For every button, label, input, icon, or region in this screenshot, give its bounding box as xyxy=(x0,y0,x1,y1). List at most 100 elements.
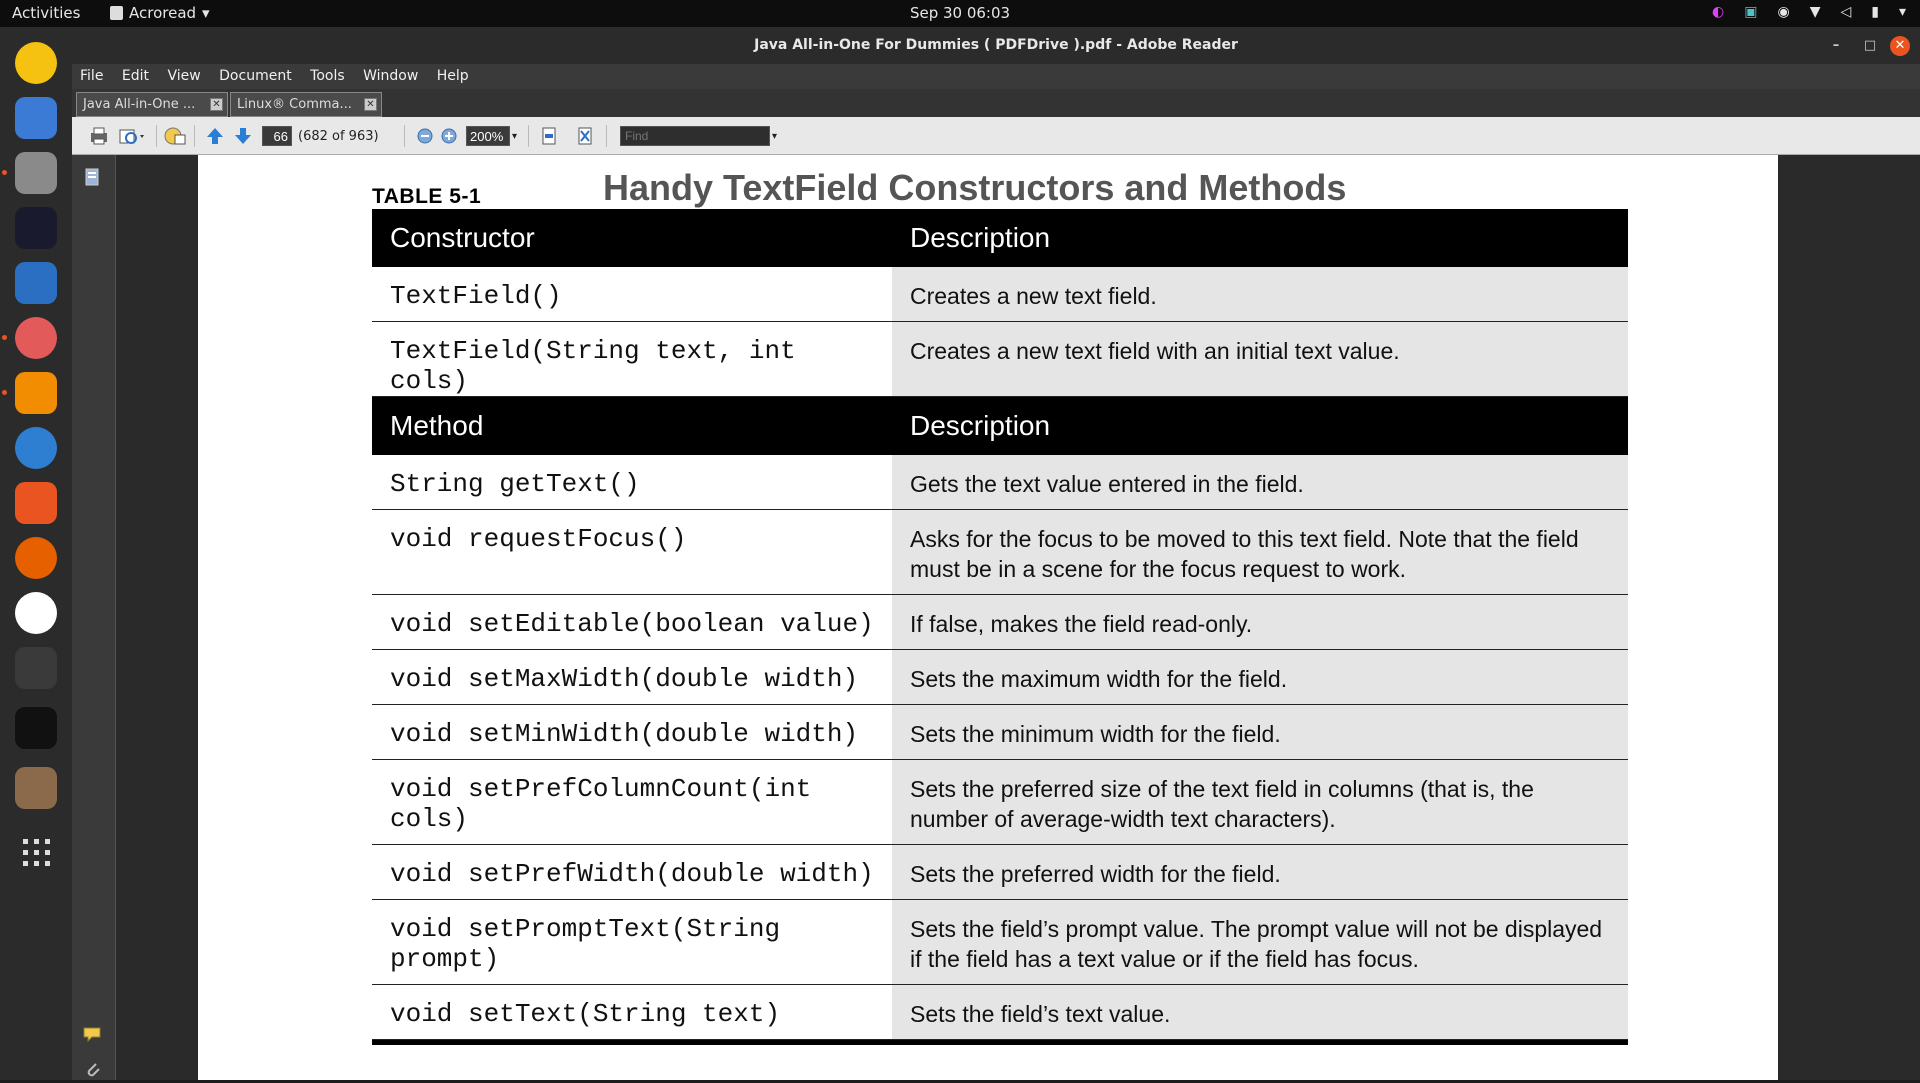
table-row: void setPrefWidth(double width) Sets the … xyxy=(372,845,1628,900)
header-cell: Description xyxy=(910,410,1051,441)
menu-tools[interactable]: Tools xyxy=(310,68,345,84)
close-tab-icon[interactable]: ✕ xyxy=(210,98,223,111)
signature-cell: String getText() xyxy=(372,455,892,509)
help-icon[interactable] xyxy=(15,427,57,469)
table-row: String getText() Gets the text value ente… xyxy=(372,455,1628,510)
find-dropdown-chevron-icon[interactable]: ▾ xyxy=(772,131,777,142)
title-bar[interactable]: Java All-in-One For Dummies ( PDFDrive )… xyxy=(72,27,1920,64)
description-cell: Gets the text value entered in the field… xyxy=(892,455,1628,509)
menu-view[interactable]: View xyxy=(167,68,200,84)
software-center-icon[interactable] xyxy=(15,482,57,524)
page-count-label: (682 of 963) xyxy=(298,128,379,144)
battery-icon[interactable]: ▮ xyxy=(1871,4,1879,20)
table-caption: TABLE 5-1 xyxy=(372,185,482,208)
table-row: TextField(String text, int cols) Creates … xyxy=(372,322,1628,397)
signature-cell: void setMinWidth(double width) xyxy=(372,705,892,759)
close-tab-icon[interactable]: ✕ xyxy=(364,98,377,111)
signature-cell: TextField() xyxy=(372,267,892,321)
zoom-out-icon xyxy=(417,128,433,144)
methods-table: Constructor Description TextField() Creat… xyxy=(372,209,1628,1045)
sublime-icon[interactable] xyxy=(15,647,57,689)
zoom-dropdown-chevron-icon[interactable]: ▾ xyxy=(512,131,517,142)
vertical-scrollbar[interactable] xyxy=(1908,155,1920,1080)
system-top-bar: Activities Acroread ▾ Sep 30 06:03 ◐ ▣ ◉… xyxy=(0,0,1920,27)
tab-linux-command[interactable]: Linux® Comma... ✕ xyxy=(230,92,382,117)
color-picker-icon[interactable]: ◐ xyxy=(1712,4,1724,20)
header-cell: Method xyxy=(390,410,484,441)
system-tray: ◐ ▣ ◉ ▼ ◁ ▮ ▾ xyxy=(1712,4,1906,20)
volume-icon[interactable]: ◁ xyxy=(1840,4,1851,20)
document-viewer[interactable]: TABLE 5-1 Handy TextField Constructors a… xyxy=(116,155,1920,1080)
table-row: void requestFocus() Asks for the focus to… xyxy=(372,510,1628,595)
table-row: TextField() Creates a new text field. xyxy=(372,267,1628,322)
menu-file[interactable]: File xyxy=(80,68,103,84)
book-icon[interactable] xyxy=(15,767,57,809)
system-menu-chevron-icon[interactable]: ▾ xyxy=(1899,4,1906,20)
discord-icon[interactable]: ◉ xyxy=(1777,4,1789,20)
menu-document[interactable]: Document xyxy=(219,68,292,84)
tab-java-all-in-one[interactable]: Java All-in-One ... ✕ xyxy=(76,92,228,117)
signature-cell: void setPrefWidth(double width) xyxy=(372,845,892,899)
zoom-out-button[interactable] xyxy=(412,125,438,147)
signature-cell: void setText(String text) xyxy=(372,985,892,1039)
rhythmbox-icon[interactable] xyxy=(15,42,57,84)
signature-cell: void setPromptText(String prompt) xyxy=(372,900,892,984)
collaborate-button[interactable] xyxy=(162,125,188,147)
dock xyxy=(0,27,72,1080)
chrome-icon[interactable] xyxy=(15,592,57,634)
attachments-icon[interactable] xyxy=(84,1061,102,1079)
vlc-icon[interactable] xyxy=(15,372,57,414)
zoom-level-input[interactable] xyxy=(466,126,510,146)
pie-app-icon[interactable] xyxy=(15,317,57,359)
description-cell: Sets the preferred width for the field. xyxy=(892,845,1628,899)
description-cell: Asks for the focus to be moved to this t… xyxy=(892,510,1628,594)
fit-window-icon xyxy=(578,127,592,145)
table-row: void setPrefColumnCount(int cols) Sets th… xyxy=(372,760,1628,845)
screenshot-icon[interactable]: ▣ xyxy=(1744,4,1757,20)
description-cell: Sets the minimum width for the field. xyxy=(892,705,1628,759)
header-cell: Constructor xyxy=(390,222,535,253)
maximize-button[interactable]: □ xyxy=(1860,36,1880,56)
fit-width-button[interactable] xyxy=(536,125,562,147)
files-icon[interactable] xyxy=(15,152,57,194)
wifi-icon[interactable]: ▼ xyxy=(1810,4,1821,20)
zoom-in-button[interactable] xyxy=(436,125,462,147)
next-page-button[interactable] xyxy=(230,125,256,147)
arrow-down-icon xyxy=(235,128,251,144)
signature-cell: TextField(String text, int cols) xyxy=(372,322,892,396)
running-indicator xyxy=(2,390,7,395)
collaborate-icon xyxy=(164,127,186,145)
full-screen-button[interactable] xyxy=(572,125,598,147)
page-number-input[interactable] xyxy=(262,126,292,146)
zoom-in-icon xyxy=(441,128,457,144)
description-cell: Sets the preferred size of the text fiel… xyxy=(892,760,1628,844)
previous-page-button[interactable] xyxy=(202,125,228,147)
table-row: void setPromptText(String prompt) Sets th… xyxy=(372,900,1628,985)
signature-cell: void setPrefColumnCount(int cols) xyxy=(372,760,892,844)
writer-icon[interactable] xyxy=(15,262,57,304)
app-grid-icon[interactable] xyxy=(11,827,61,877)
menu-window[interactable]: Window xyxy=(363,68,418,84)
signature-cell: void setEditable(boolean value) xyxy=(372,595,892,649)
close-button[interactable]: ✕ xyxy=(1890,36,1910,56)
print-button[interactable] xyxy=(86,125,112,147)
menu-bar: File Edit View Document Tools Window Hel… xyxy=(72,64,1920,89)
exness-icon[interactable] xyxy=(15,707,57,749)
menu-edit[interactable]: Edit xyxy=(122,68,149,84)
menu-help[interactable]: Help xyxy=(437,68,469,84)
intellij-icon[interactable] xyxy=(15,207,57,249)
description-cell: Creates a new text field. xyxy=(892,267,1628,321)
pages-panel-icon[interactable] xyxy=(84,167,100,187)
description-cell: Sets the field’s prompt value. The promp… xyxy=(892,900,1628,984)
table-row: void setMinWidth(double width) Sets the m… xyxy=(372,705,1628,760)
running-indicator xyxy=(2,170,7,175)
window-title: Java All-in-One For Dummies ( PDFDrive )… xyxy=(754,37,1238,53)
print-options-button[interactable] xyxy=(116,125,150,147)
find-input[interactable] xyxy=(620,126,770,146)
toolbar: (682 of 963) ▾ ▾ xyxy=(72,117,1920,155)
thunderbird-icon[interactable] xyxy=(15,97,57,139)
minimize-button[interactable]: – xyxy=(1826,36,1846,56)
clock[interactable]: Sep 30 06:03 xyxy=(0,4,1920,22)
firefox-icon[interactable] xyxy=(15,537,57,579)
comments-icon[interactable] xyxy=(82,1025,104,1045)
